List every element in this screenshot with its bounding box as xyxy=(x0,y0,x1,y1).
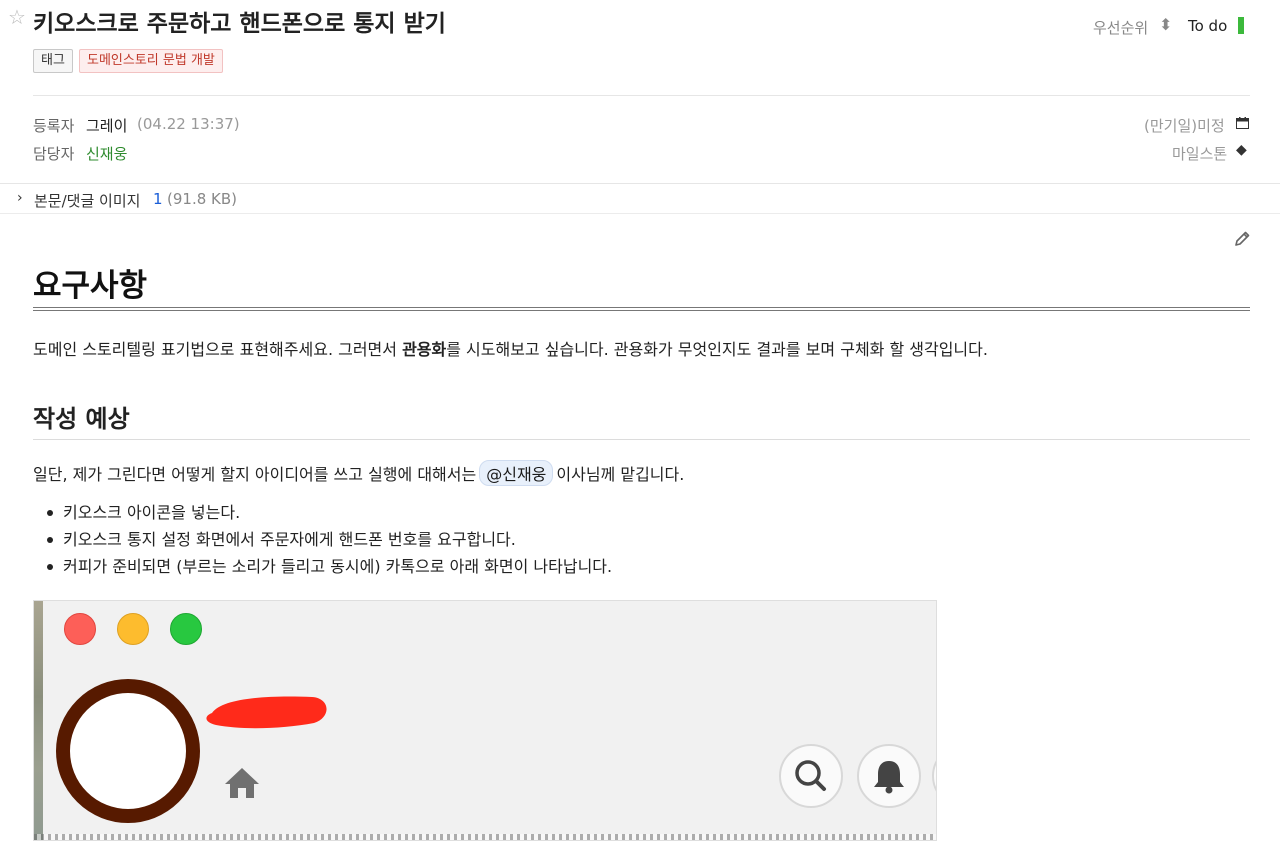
heading-rule xyxy=(33,439,1250,440)
expected-paragraph: 일단, 제가 그린다면 어떻게 할지 아이디어를 쓰고 실행에 대해서는 @신재웅… xyxy=(33,460,684,486)
search-icon xyxy=(795,760,826,791)
redaction-scribble xyxy=(206,696,327,729)
home-icon xyxy=(225,768,259,798)
para-bold-text: 관용화 xyxy=(402,340,447,359)
para-text: 를 시도해보고 싶습니다. 관용화가 무엇인지도 결과를 보며 구체화 할 생각… xyxy=(446,340,988,359)
more-button xyxy=(932,744,936,808)
user-mention[interactable]: @신재웅 xyxy=(479,460,554,486)
divider xyxy=(0,213,1280,214)
requirements-paragraph: 도메인 스토리텔링 표기법으로 표현해주세요. 그러면서 관용화를 시도해보고 … xyxy=(33,336,988,360)
section-heading-expected: 작성 예상 xyxy=(33,405,130,433)
attachments-toggle[interactable]: 본문/댓글 이미지 xyxy=(34,190,140,211)
para-text: 이사님께 맡깁니다. xyxy=(556,465,685,484)
embedded-screenshot-image[interactable] xyxy=(33,600,937,841)
tag-button[interactable]: 태그 xyxy=(33,49,73,73)
diamond-icon[interactable]: ◆ xyxy=(1236,142,1247,158)
favorite-star-icon[interactable]: ☆ xyxy=(8,5,26,29)
due-date-label[interactable]: (만기일)미정 xyxy=(1144,115,1225,136)
status-label[interactable]: To do xyxy=(1188,17,1227,35)
chevron-right-icon[interactable]: › xyxy=(17,190,23,206)
heading-rule xyxy=(33,307,1250,308)
wallpaper-edge xyxy=(34,601,43,840)
assignee-name[interactable]: 신재웅 xyxy=(86,143,127,164)
registered-time: (04.22 13:37) xyxy=(137,115,240,133)
updown-arrow-icon[interactable]: ⬍ xyxy=(1159,15,1172,34)
registrant-name[interactable]: 그레이 xyxy=(86,115,127,136)
window-maximize-icon xyxy=(170,613,202,645)
list-item: 키오스크 통지 설정 화면에서 주문자에게 핸드폰 번호를 요구합니다. xyxy=(46,529,612,556)
notification-button xyxy=(857,744,921,808)
registrant-key: 등록자 xyxy=(33,117,75,135)
list-item: 커피가 준비되면 (부르는 소리가 들리고 동시에) 카톡으로 아래 화면이 나… xyxy=(46,556,612,583)
attachments-size: (91.8 KB) xyxy=(167,190,237,208)
divider xyxy=(0,183,1280,184)
divider xyxy=(33,95,1250,96)
assignee-key: 담당자 xyxy=(33,145,75,163)
search-button xyxy=(779,744,843,808)
para-text: 일단, 제가 그린다면 어떻게 할지 아이디어를 쓰고 실행에 대해서는 xyxy=(33,465,477,484)
window-close-icon xyxy=(64,613,96,645)
avatar xyxy=(56,679,200,823)
milestone-label[interactable]: 마일스톤 xyxy=(1172,143,1227,164)
window-minimize-icon xyxy=(117,613,149,645)
pencil-icon[interactable] xyxy=(1233,230,1251,248)
status-indicator xyxy=(1238,17,1244,34)
section-heading-requirements: 요구사항 xyxy=(33,268,148,304)
page-title: 키오스크로 주문하고 핸드폰으로 통지 받기 xyxy=(33,11,446,37)
image-bottom-strip xyxy=(34,834,936,840)
bell-icon xyxy=(874,761,904,794)
attachments-count: 1 xyxy=(153,190,163,208)
calendar-icon[interactable] xyxy=(1236,117,1249,129)
list-item: 키오스크 아이콘을 넣는다. xyxy=(46,502,612,529)
priority-label[interactable]: 우선순위 xyxy=(1093,17,1148,38)
heading-rule xyxy=(33,310,1250,311)
bullet-list: 키오스크 아이콘을 넣는다. 키오스크 통지 설정 화면에서 주문자에게 핸드폰… xyxy=(46,502,612,583)
category-tag[interactable]: 도메인스토리 문법 개발 xyxy=(79,49,223,73)
para-text: 도메인 스토리텔링 표기법으로 표현해주세요. 그러면서 xyxy=(33,340,403,359)
